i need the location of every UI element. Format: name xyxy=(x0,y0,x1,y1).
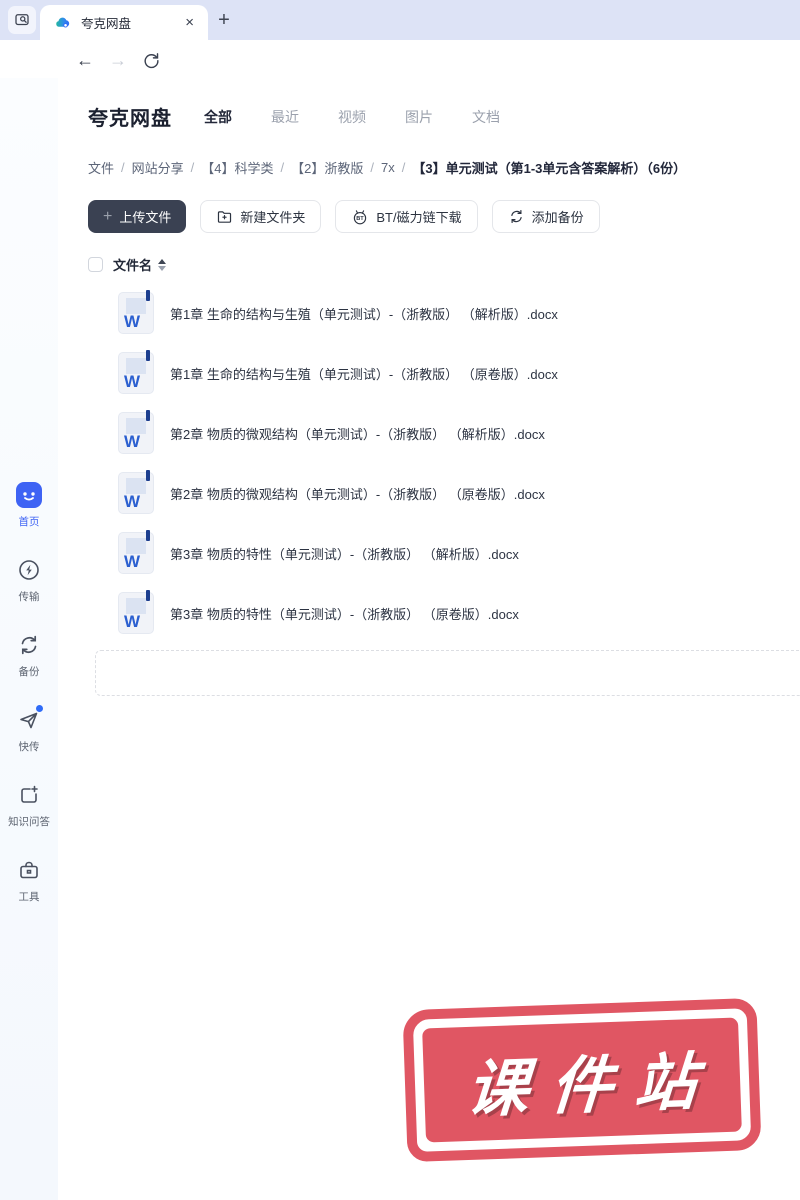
file-row[interactable]: W 第1章 生命的结构与生殖（单元测试）-（浙教版） （解析版）.docx xyxy=(58,283,800,343)
breadcrumb-link[interactable]: 【4】科学类 xyxy=(201,158,273,177)
word-doc-icon: W xyxy=(118,350,154,394)
new-folder-label: 新建文件夹 xyxy=(240,210,306,225)
folder-plus-icon xyxy=(216,208,233,225)
new-folder-button[interactable]: 新建文件夹 xyxy=(200,200,322,233)
sidebar-item-transfer[interactable]: 传输 xyxy=(0,557,58,604)
word-doc-icon: W xyxy=(118,530,154,574)
home-icon xyxy=(16,482,42,508)
tab-video[interactable]: 视频 xyxy=(338,107,366,127)
breadcrumb: 文件 / 网站分享 / 【4】科学类 / 【2】浙教版 / 7x / 【3】单元… xyxy=(88,158,686,177)
sidebar-item-label: 备份 xyxy=(18,666,40,678)
file-name[interactable]: 第1章 生命的结构与生殖（单元测试）-（浙教版） （原卷版）.docx xyxy=(170,364,558,383)
breadcrumb-separator: / xyxy=(370,160,374,175)
tab-search-button[interactable] xyxy=(8,6,36,34)
sidebar-item-label: 首页 xyxy=(18,516,40,528)
page-header: 夸克网盘 全部 最近 视频 图片 文档 xyxy=(88,102,500,131)
toolbox-icon xyxy=(16,857,42,883)
file-row[interactable]: W 第3章 物质的特性（单元测试）-（浙教版） （原卷版）.docx xyxy=(58,583,800,643)
tab-image[interactable]: 图片 xyxy=(405,107,433,127)
new-tab-button[interactable]: + xyxy=(212,8,236,32)
backup-sync-icon xyxy=(16,632,42,658)
stamp-watermark: 课件站 xyxy=(402,997,762,1163)
upload-file-button[interactable]: + 上传文件 xyxy=(88,200,187,233)
breadcrumb-separator: / xyxy=(190,160,195,175)
tab-search-icon xyxy=(13,11,31,29)
breadcrumb-current: 【3】单元测试（第1-3单元含答案解析）（6份） xyxy=(412,161,687,176)
bt-magnet-download-button[interactable]: BT BT/磁力链下载 xyxy=(335,200,478,233)
back-icon[interactable]: ← xyxy=(74,49,96,71)
sidebar-item-label: 知识问答 xyxy=(8,816,50,828)
sidebar-item-label: 工具 xyxy=(18,891,40,903)
tab-close-icon[interactable]: × xyxy=(181,13,198,32)
sort-desc-arrow xyxy=(158,265,167,271)
breadcrumb-link[interactable]: 文件 xyxy=(88,158,114,177)
breadcrumb-link[interactable]: 7x xyxy=(381,160,395,175)
browser-nav-bar: ← → xyxy=(0,40,800,115)
file-row[interactable]: W 第3章 物质的特性（单元测试）-（浙教版） （解析版）.docx xyxy=(58,523,800,583)
file-list: W 第1章 生命的结构与生殖（单元测试）-（浙教版） （解析版）.docx W … xyxy=(58,283,800,643)
breadcrumb-separator: / xyxy=(121,160,125,175)
filename-column-header: 文件名 xyxy=(113,258,153,273)
sort-asc-arrow xyxy=(158,258,167,264)
sidebar-item-backup[interactable]: 备份 xyxy=(0,632,58,679)
sidebar-item-home[interactable]: 首页 xyxy=(0,482,58,529)
sidebar-item-quick-send[interactable]: 快传 xyxy=(0,705,58,754)
browser-tab-quark[interactable]: 夸克网盘 × xyxy=(40,5,208,40)
bt-download-icon: BT xyxy=(351,208,369,226)
breadcrumb-link[interactable]: 【2】浙教版 xyxy=(291,158,363,177)
tab-all[interactable]: 全部 xyxy=(204,107,232,127)
upload-dropzone[interactable] xyxy=(95,650,800,696)
sidebar-item-label: 传输 xyxy=(18,591,40,603)
file-row[interactable]: W 第2章 物质的微观结构（单元测试）-（浙教版） （解析版）.docx xyxy=(58,403,800,463)
bt-download-label: BT/磁力链下载 xyxy=(376,210,462,225)
file-name[interactable]: 第3章 物质的特性（单元测试）-（浙教版） （原卷版）.docx xyxy=(170,604,519,623)
notification-dot xyxy=(36,705,43,712)
sort-icon[interactable] xyxy=(158,258,167,271)
sidebar-item-tools[interactable]: 工具 xyxy=(0,857,58,904)
upload-file-label: 上传文件 xyxy=(119,210,172,225)
filter-tabs: 全部 最近 视频 图片 文档 xyxy=(204,107,500,127)
file-row[interactable]: W 第2章 物质的微观结构（单元测试）-（浙教版） （原卷版）.docx xyxy=(58,463,800,523)
stamp-text: 课件站 xyxy=(464,1047,721,1126)
tab-recent[interactable]: 最近 xyxy=(271,107,299,127)
browser-tab-bar: 夸克网盘 × + xyxy=(0,0,800,40)
plus-icon: + xyxy=(103,207,113,225)
forward-icon: → xyxy=(109,49,127,70)
add-backup-label: 添加备份 xyxy=(531,210,584,225)
breadcrumb-link[interactable]: 网站分享 xyxy=(132,158,184,177)
tab-title: 夸克网盘 xyxy=(81,17,132,31)
add-backup-button[interactable]: 添加备份 xyxy=(491,200,600,233)
breadcrumb-separator: / xyxy=(280,160,285,175)
sidebar: 首页 传输 备份 快传 知识问答 工具 xyxy=(0,78,58,1200)
backup-refresh-icon xyxy=(508,208,525,225)
page-title: 夸克网盘 xyxy=(88,108,172,130)
stamp-inner: 课件站 xyxy=(422,1017,742,1143)
refresh-icon[interactable] xyxy=(140,49,162,71)
file-row[interactable]: W 第1章 生命的结构与生殖（单元测试）-（浙教版） （原卷版）.docx xyxy=(58,343,800,403)
word-doc-icon: W xyxy=(118,590,154,634)
tab-document[interactable]: 文档 xyxy=(472,107,500,127)
breadcrumb-separator: / xyxy=(401,160,406,175)
file-name[interactable]: 第2章 物质的微观结构（单元测试）-（浙教版） （解析版）.docx xyxy=(170,424,545,443)
file-name[interactable]: 第3章 物质的特性（单元测试）-（浙教版） （解析版）.docx xyxy=(170,544,519,563)
sidebar-item-label: 快传 xyxy=(18,741,40,753)
quark-logo-icon xyxy=(54,14,72,32)
word-doc-icon: W xyxy=(118,470,154,514)
sidebar-item-knowledge-qa[interactable]: 知识问答 xyxy=(0,782,58,829)
file-name[interactable]: 第2章 物质的微观结构（单元测试）-（浙教版） （原卷版）.docx xyxy=(170,484,545,503)
file-name[interactable]: 第1章 生命的结构与生殖（单元测试）-（浙教版） （解析版）.docx xyxy=(170,304,558,323)
transfer-icon xyxy=(16,557,42,583)
file-list-header: 文件名 xyxy=(88,255,167,274)
paper-plane-icon xyxy=(16,705,43,733)
knowledge-qa-icon xyxy=(16,782,42,808)
select-all-checkbox[interactable] xyxy=(88,257,103,272)
svg-text:BT: BT xyxy=(357,216,365,222)
word-doc-icon: W xyxy=(118,290,154,334)
word-doc-icon: W xyxy=(118,410,154,454)
toolbar: + 上传文件 新建文件夹 BT BT/磁力链下载 添加备份 xyxy=(88,200,600,233)
